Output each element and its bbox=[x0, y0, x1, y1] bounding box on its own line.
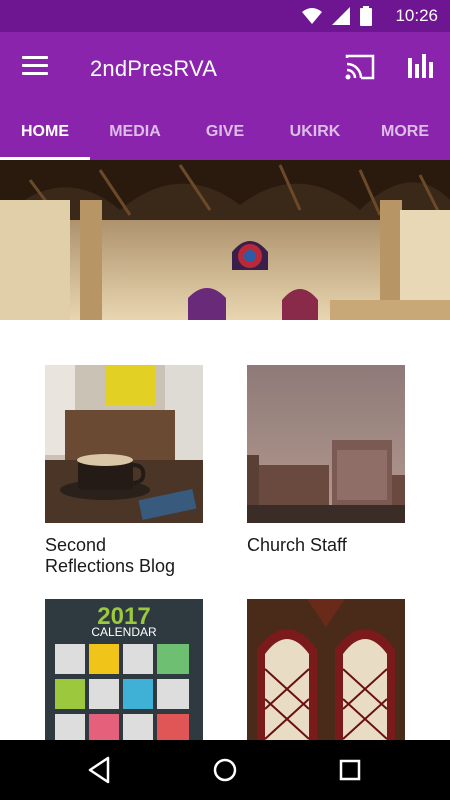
status-icons bbox=[302, 6, 372, 26]
tab-home[interactable]: HOME bbox=[0, 120, 90, 160]
bar-chart-icon[interactable] bbox=[406, 52, 434, 80]
tab-give[interactable]: GIVE bbox=[180, 120, 270, 160]
status-bar: 10:26 bbox=[0, 0, 450, 32]
battery-icon bbox=[360, 6, 372, 26]
grid-caption-church-staff: Church Staff bbox=[247, 535, 347, 555]
tab-media[interactable]: MEDIA bbox=[90, 120, 180, 160]
calendar-image: 2017 CALENDAR bbox=[45, 599, 203, 740]
wifi-icon bbox=[302, 8, 322, 24]
tab-ukirk[interactable]: UKIRK bbox=[270, 120, 360, 160]
system-nav-bar bbox=[0, 740, 450, 800]
hamburger-menu-icon[interactable] bbox=[22, 56, 48, 76]
app-title: 2ndPresRVA bbox=[90, 56, 218, 81]
app-bar: 2ndPresRVA HOME MEDIA GIVE UKIRK MORE bbox=[0, 32, 450, 160]
tab-bar: HOME MEDIA GIVE UKIRK MORE bbox=[0, 120, 450, 160]
tab-more[interactable]: MORE bbox=[360, 120, 450, 160]
back-icon[interactable] bbox=[84, 754, 116, 786]
grid-caption-blog-line2: Reflections Blog bbox=[45, 556, 176, 576]
grid-caption-blog-line1: Second bbox=[45, 535, 107, 555]
grid-item-church-staff[interactable]: Church Staff bbox=[247, 365, 405, 565]
city-buildings-image bbox=[247, 365, 405, 523]
hero-church-interior-image bbox=[0, 160, 450, 320]
recents-icon[interactable] bbox=[334, 754, 366, 786]
grid-item-blog[interactable]: Second Reflections Blog bbox=[45, 365, 203, 585]
grid-item-stained-glass[interactable] bbox=[247, 599, 405, 740]
home-icon[interactable] bbox=[209, 754, 241, 786]
cast-icon[interactable] bbox=[345, 54, 375, 80]
stained-glass-image bbox=[247, 599, 405, 740]
status-time: 10:26 bbox=[395, 6, 438, 25]
signal-icon bbox=[332, 7, 350, 25]
grid-item-calendar[interactable]: 2017 CALENDAR bbox=[45, 599, 203, 740]
coffee-cup-image bbox=[45, 365, 203, 523]
